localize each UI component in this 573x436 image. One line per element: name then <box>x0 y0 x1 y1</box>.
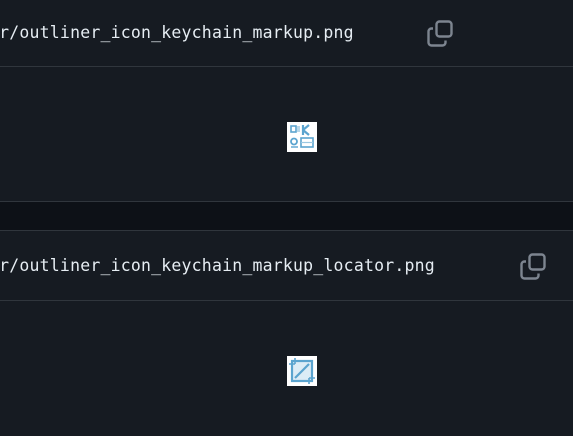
keychain-markup-icon <box>287 122 317 152</box>
copy-path-button[interactable] <box>425 17 457 49</box>
file-path-text: or/outliner_icon_keychain_markup.png <box>0 23 354 42</box>
file-header: or/outliner_icon_keychain_markup_locator… <box>0 231 573 301</box>
copy-icon <box>520 252 546 280</box>
image-preview-area <box>0 67 573 201</box>
image-preview[interactable] <box>287 122 317 152</box>
copy-icon <box>427 20 453 47</box>
keychain-markup-locator-icon <box>287 356 317 386</box>
block-separator <box>0 201 573 231</box>
file-header: or/outliner_icon_keychain_markup.png <box>0 0 573 67</box>
image-preview[interactable] <box>287 356 317 386</box>
file-path-text: or/outliner_icon_keychain_markup_locator… <box>0 255 435 275</box>
file-block: or/outliner_icon_keychain_markup.png <box>0 0 573 201</box>
copy-path-button[interactable] <box>518 250 550 282</box>
file-block: or/outliner_icon_keychain_markup_locator… <box>0 231 573 436</box>
file-path[interactable]: or/outliner_icon_keychain_markup.png <box>0 23 354 43</box>
file-path[interactable]: or/outliner_icon_keychain_markup_locator… <box>0 256 435 276</box>
image-preview-area <box>0 301 573 436</box>
